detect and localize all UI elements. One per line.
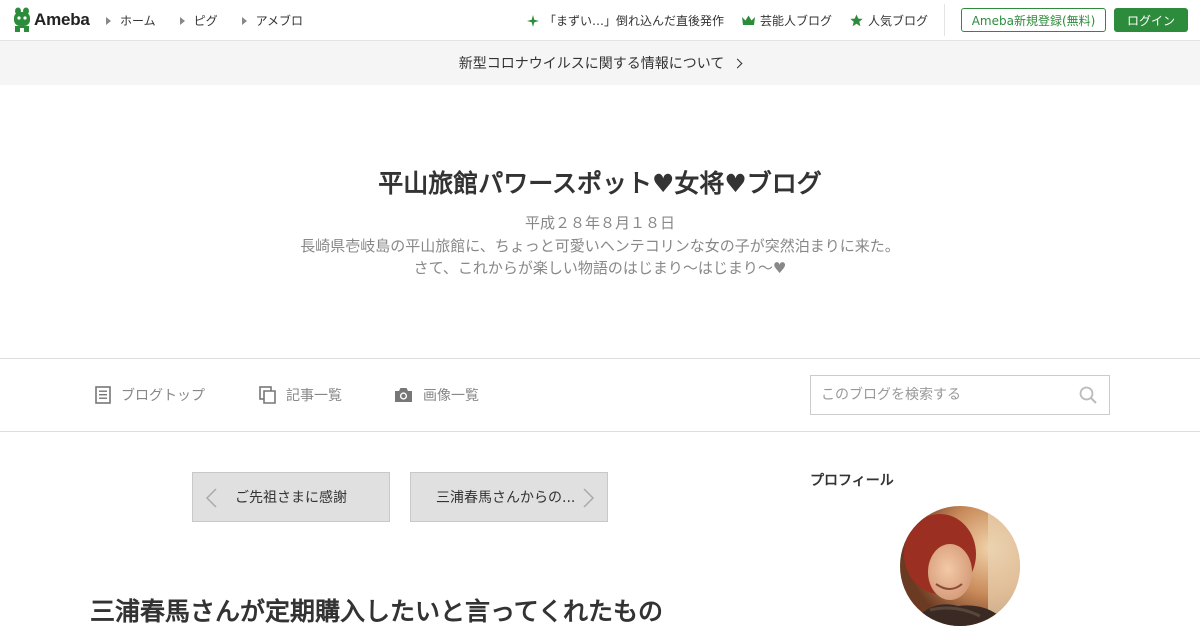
ameba-mascot-icon	[14, 7, 30, 32]
image-list-label: 画像一覧	[423, 388, 479, 404]
logo-text: Ameba	[34, 10, 90, 29]
blog-title[interactable]: 平山旅館パワースポット♥女将♥ブログ	[0, 164, 1200, 200]
chevron-right-icon	[583, 488, 595, 508]
nav-ameblo-label: アメブロ	[255, 14, 304, 28]
blog-description-line: さて、これからが楽しい物語のはじまり～はじまり～♥	[413, 259, 787, 277]
blog-search	[810, 375, 1110, 415]
document-icon	[95, 386, 111, 404]
search-input[interactable]	[811, 376, 1061, 414]
next-entry-button[interactable]: 三浦春馬さんからの...	[410, 472, 608, 522]
entry-list-label: 記事一覧	[286, 388, 342, 404]
copy-icon	[259, 386, 276, 404]
blog-description: 平成２８年８月１８日 長崎県壱岐島の平山旅館に、ちょっと可愛いヘンテコリンな女の…	[0, 212, 1200, 280]
blog-nav: ブログトップ 記事一覧 画像一覧	[0, 358, 1200, 432]
profile-heading: プロフィール	[810, 473, 894, 489]
login-button[interactable]: ログイン	[1114, 8, 1188, 32]
covid-notice-link[interactable]: 新型コロナウイルスに関する情報について	[0, 41, 1200, 85]
entry-title[interactable]: 三浦春馬さんが定期購入したいと言ってくれたもの	[90, 592, 663, 628]
avatar-photo	[900, 506, 1020, 626]
avatar[interactable]	[900, 506, 1020, 626]
celebrity-blog-label: 芸能人ブログ	[760, 14, 833, 28]
chevron-right-icon	[732, 58, 743, 68]
nav-home[interactable]: ホーム	[106, 12, 156, 29]
crown-icon	[742, 15, 755, 25]
nav-home-label: ホーム	[120, 14, 156, 28]
popular-blog-label: 人気ブログ	[868, 14, 929, 28]
search-icon[interactable]	[1079, 386, 1097, 404]
blog-description-line: 平成２８年８月１８日	[524, 214, 675, 232]
popular-blog-link[interactable]: 人気ブログ	[850, 12, 928, 29]
nav-ameblo[interactable]: アメブロ	[241, 12, 304, 29]
caret-right-icon	[179, 16, 185, 25]
camera-icon	[395, 388, 412, 402]
prev-entry-label: ご先祖さまに感謝	[235, 490, 347, 506]
star-icon	[850, 14, 863, 27]
next-entry-label: 三浦春馬さんからの...	[436, 490, 576, 506]
image-list-link[interactable]: 画像一覧	[394, 385, 479, 405]
celebrity-blog-link[interactable]: 芸能人ブログ	[742, 12, 832, 29]
blog-description-line: 長崎県壱岐島の平山旅館に、ちょっと可愛いヘンテコリンな女の子が突然泊まりに来た。	[300, 236, 900, 255]
ameba-logo[interactable]: Ameba	[12, 7, 90, 33]
trending-link[interactable]: 「まずい…」倒れ込んだ直後発作	[527, 12, 724, 29]
sparkle-icon	[527, 14, 539, 27]
global-header: Ameba ホーム ピグ アメブロ 「まずい…」倒れ込んだ直後発作 芸能人ブログ…	[0, 0, 1200, 41]
nav-pigg-label: ピグ	[193, 14, 218, 28]
chevron-left-icon	[205, 488, 217, 508]
blog-top-link[interactable]: ブログトップ	[95, 385, 205, 405]
header-divider	[944, 4, 945, 36]
notice-text: 新型コロナウイルスに関する情報について	[458, 56, 725, 72]
trending-link-label: 「まずい…」倒れ込んだ直後発作	[544, 14, 725, 28]
caret-right-icon	[241, 16, 247, 25]
nav-pigg[interactable]: ピグ	[179, 12, 218, 29]
entry-list-link[interactable]: 記事一覧	[259, 385, 342, 405]
global-nav: ホーム ピグ アメブロ	[106, 12, 327, 29]
prev-entry-button[interactable]: ご先祖さまに感謝	[192, 472, 390, 522]
register-button[interactable]: Ameba新規登録(無料)	[961, 8, 1106, 32]
blog-top-label: ブログトップ	[121, 388, 205, 404]
caret-right-icon	[106, 16, 111, 25]
